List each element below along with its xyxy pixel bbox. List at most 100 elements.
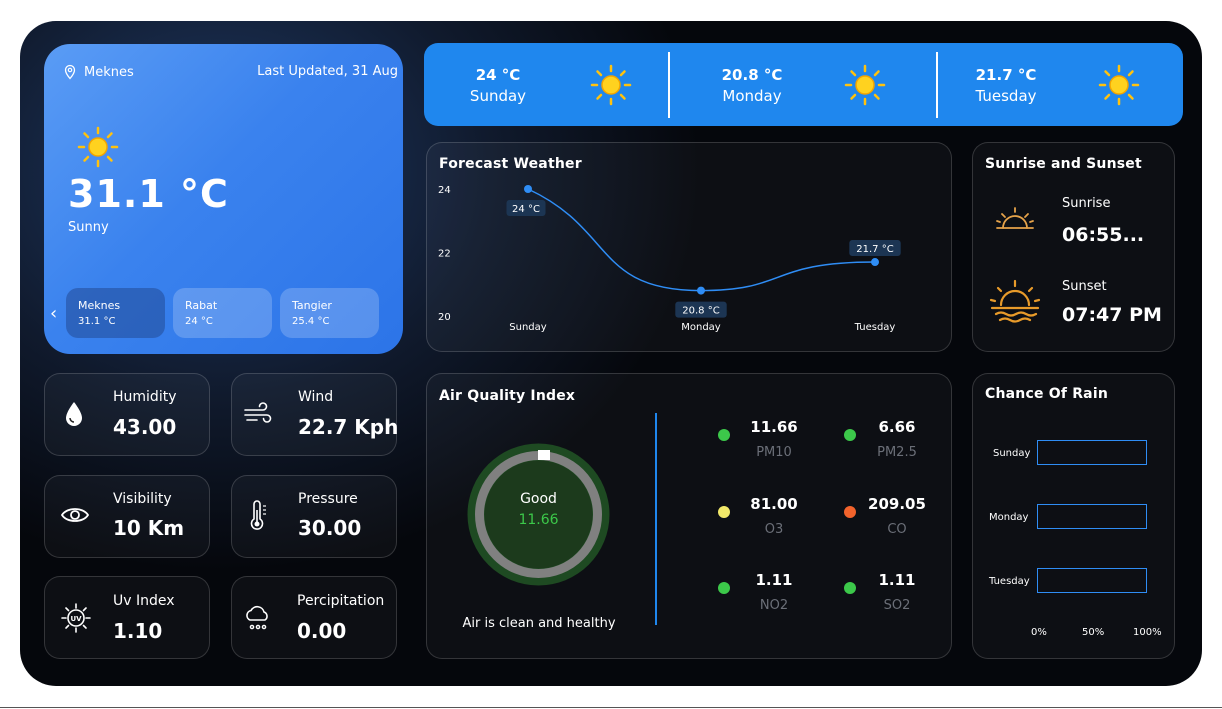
sunset-label: Sunset [1062,279,1107,294]
city-temp: 24 °C [185,316,213,327]
pollutant-o3: 81.00 O3 [739,495,809,537]
sunrise-label: Sunrise [1062,196,1111,211]
humidity-label: Humidity [113,389,177,405]
pollutant-name: CO [887,522,907,537]
y-tick-label: 20 [438,312,451,323]
pm25-indicator-dot [844,429,856,441]
pollutant-name: O3 [764,522,784,537]
forecast-temp: 20.8 °C [721,66,783,84]
sun-icon [1098,64,1140,106]
pollutant-name: SO2 [883,598,911,613]
rain-cloud-icon [246,605,268,630]
pollutant-pm25: 6.66 PM2.5 [862,418,932,460]
uv-label: Uv Index [113,593,175,609]
forecast-series-line [527,188,876,292]
visibility-value: 10 Km [113,516,185,540]
pollutant-value: 11.66 [750,418,798,436]
uv-value: 1.10 [113,619,163,643]
pollutant-no2: 1.11 NO2 [739,571,809,613]
pollutant-value: 1.11 [755,571,793,589]
wind-value: 22.7 Kph [298,415,399,439]
forecast-day-sunday[interactable]: 24 °C Sunday [458,66,538,105]
pollutant-co: 209.05 CO [862,495,932,537]
last-updated: Last Updated, 31 Aug [257,64,398,79]
wind-label: Wind [298,389,334,405]
pm10-indicator-dot [718,429,730,441]
city-name: Rabat [185,299,218,312]
strip-divider [936,52,938,118]
rain-day-label: Monday [989,512,1029,523]
city-name: Tangier [292,299,332,312]
pollutant-so2: 1.11 SO2 [862,571,932,613]
forecast-data-label: 20.8 °C [682,306,719,317]
rain-day-label: Sunday [993,448,1031,459]
pollutant-name: NO2 [759,598,789,613]
sunset-time: 07:47 PM [1062,304,1162,326]
city-name: Meknes [78,299,121,312]
city-chip-meknes[interactable]: Meknes 31.1 °C [66,288,165,338]
pollutant-value: 81.00 [750,495,798,513]
thermometer-icon [250,500,266,530]
eye-icon [60,508,90,522]
city-chip-rabat[interactable]: Rabat 24 °C [173,288,272,338]
forecast-data-label: 24 °C [512,204,540,215]
x-tick-label: Sunday [509,322,546,333]
sunset-icon [989,279,1041,323]
pollutant-pm10: 11.66 PM10 [739,418,809,460]
strip-divider [668,52,670,118]
city-chip-tangier[interactable]: Tangier 25.4 °C [280,288,379,338]
pollutant-value: 1.11 [878,571,916,589]
wind-icon [244,402,272,423]
pressure-label: Pressure [298,491,358,507]
visibility-label: Visibility [113,491,172,507]
city-temp: 31.1 °C [78,316,116,327]
sun-icon [77,126,119,168]
chevron-left-icon[interactable]: ‹ [50,303,57,324]
o3-indicator-dot [718,506,730,518]
rain-axis-tick: 50% [1082,627,1105,638]
rain-axis-tick: 0% [1031,627,1047,638]
forecast-day-name: Monday [722,87,782,105]
rain-day-label: Tuesday [989,576,1030,587]
forecast-temp: 24 °C [475,66,521,84]
forecast-data-label: 21.7 °C [856,244,893,255]
pollutant-value: 6.66 [878,418,916,436]
forecast-point [697,286,705,295]
precipitation-label: Percipitation [297,593,385,609]
x-tick-label: Monday [681,322,721,333]
current-condition: Sunny [68,220,109,235]
water-drop-icon [66,402,82,426]
rain-bar-monday [1037,504,1147,529]
y-tick-label: 22 [438,249,451,260]
forecast-line-chart: 24 22 20 Sunday Monday Tuesday 24 °C 20.8 °C 21.… [438,185,901,333]
forecast-day-tuesday[interactable]: 21.7 °C Tuesday [966,66,1046,105]
precipitation-value: 0.00 [297,619,347,643]
rain-bar-sunday [1037,440,1147,465]
aqi-message: Air is clean and healthy [462,616,616,631]
y-tick-label: 24 [438,185,451,196]
forecast-point [524,185,532,193]
x-tick-label: Tuesday [854,322,896,333]
sunrise-sunset-title: Sunrise and Sunset [985,156,1142,172]
forecast-day-name: Sunday [469,87,527,105]
current-temperature: 31.1 °C [68,172,229,216]
city-temp: 25.4 °C [292,316,330,327]
forecast-day-monday[interactable]: 20.8 °C Monday [712,66,792,105]
pressure-value: 30.00 [298,516,362,540]
pollutant-value: 209.05 [868,495,926,513]
location-pin-icon [64,64,76,80]
co-indicator-dot [844,506,856,518]
aqi-divider [655,413,657,625]
humidity-value: 43.00 [113,415,177,439]
chance-of-rain-title: Chance Of Rain [985,386,1108,402]
aqi-status: Good [520,491,557,507]
no2-indicator-dot [718,582,730,594]
location[interactable]: Meknes [62,64,134,80]
rain-bar-tuesday [1037,568,1147,593]
uv-sun-icon: UV [61,603,91,633]
air-quality-title: Air Quality Index [439,388,576,404]
forecast-day-name: Tuesday [975,87,1037,105]
aqi-value: 11.66 [518,512,559,528]
sun-icon [590,64,632,106]
sunrise-icon [996,207,1034,229]
